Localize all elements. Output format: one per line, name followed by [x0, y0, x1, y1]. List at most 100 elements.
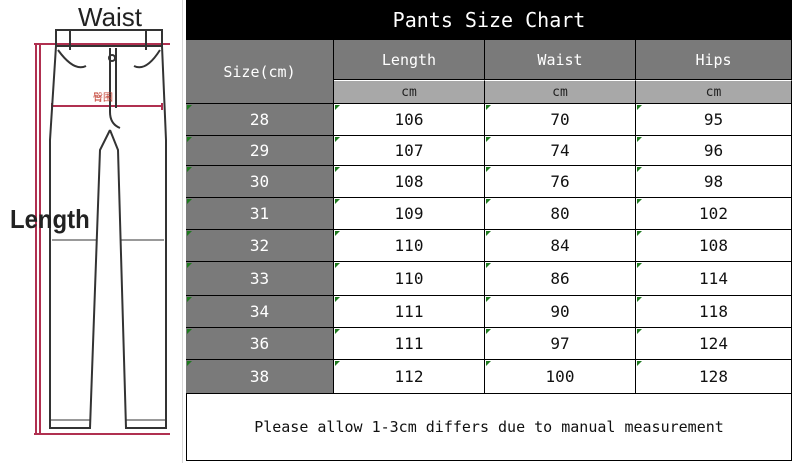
size-cell: 33: [186, 262, 334, 296]
length-cell-text: 112: [394, 367, 424, 386]
waist-cell-text: 80: [550, 204, 570, 223]
size-cell: 30: [186, 166, 334, 198]
cell-corner-mark: [637, 361, 642, 366]
length-cell-text: 106: [394, 110, 424, 129]
header-row: Size(cm) Length Waist Hips: [186, 40, 792, 104]
unit-row: cm cm cm: [186, 80, 792, 104]
cell-corner-mark: [187, 199, 192, 204]
table-row: 34 111 90 118: [186, 296, 792, 328]
cell-corner-mark: [187, 361, 192, 366]
hips-cell: 98: [636, 166, 792, 198]
hips-header: Hips: [636, 40, 792, 80]
cell-corner-mark: [486, 167, 491, 172]
length-cell: 110: [334, 262, 485, 296]
table-row: 36 111 97 124: [186, 328, 792, 360]
waist-cell-text: 76: [550, 172, 570, 191]
cell-corner-mark: [637, 231, 642, 236]
size-cell-text: 31: [249, 204, 270, 223]
table-row: 38 112 100 128: [186, 360, 792, 394]
cell-corner-mark: [335, 167, 340, 172]
waist-label: Waist: [78, 2, 143, 32]
hip-label: 臀围: [93, 93, 113, 104]
hips-cell-text: 118: [699, 302, 728, 321]
waist-header: Waist: [485, 40, 636, 80]
hips-cell-text: 124: [699, 334, 728, 353]
hips-cell: 128: [636, 360, 792, 394]
length-cell: 109: [334, 198, 485, 230]
cell-corner-mark: [486, 297, 491, 302]
cell-corner-mark: [335, 263, 340, 268]
cell-corner-mark: [335, 105, 340, 110]
hips-cell-text: 128: [699, 367, 728, 386]
cell-corner-mark: [335, 231, 340, 236]
length-cell-text: 110: [394, 269, 424, 288]
hips-cell-text: 114: [699, 269, 728, 288]
waist-cell: 100: [485, 360, 636, 394]
length-cell-text: 111: [394, 302, 424, 321]
cell-corner-mark: [486, 199, 491, 204]
cell-corner-mark: [637, 199, 642, 204]
hips-cell: 108: [636, 230, 792, 262]
waist-cell: 84: [485, 230, 636, 262]
hips-cell-text: 98: [703, 172, 724, 191]
cell-corner-mark: [187, 105, 192, 110]
cell-corner-mark: [637, 263, 642, 268]
waist-cell-text: 97: [550, 334, 570, 353]
length-cell-text: 108: [394, 172, 424, 191]
cell-corner-mark: [187, 297, 192, 302]
waist-cell-text: 70: [550, 110, 570, 129]
table-row: 30 108 76 98: [186, 166, 792, 198]
waist-cell-text: 90: [550, 302, 570, 321]
hips-cell-text: 96: [703, 141, 724, 160]
length-label: Length: [10, 204, 90, 234]
waist-cell: 76: [485, 166, 636, 198]
cell-corner-mark: [637, 297, 642, 302]
table-row: 29 107 74 96: [186, 136, 792, 166]
waist-cell: 74: [485, 136, 636, 166]
measurement-note: Please allow 1-3cm differs due to manual…: [186, 394, 792, 461]
length-cell: 108: [334, 166, 485, 198]
cell-corner-mark: [486, 361, 491, 366]
cell-corner-mark: [335, 361, 340, 366]
cell-corner-mark: [335, 297, 340, 302]
chart-title: Pants Size Chart: [186, 0, 792, 40]
length-unit: cm: [334, 80, 485, 104]
hips-cell-text: 108: [699, 236, 728, 255]
cell-corner-mark: [187, 231, 192, 236]
waist-cell-text: 84: [550, 236, 570, 255]
cell-corner-mark: [335, 329, 340, 334]
length-cell: 106: [334, 104, 485, 136]
hips-cell-text: 95: [703, 110, 724, 129]
size-cell: 31: [186, 198, 334, 230]
cell-corner-mark: [486, 105, 491, 110]
size-cell: 36: [186, 328, 334, 360]
hips-cell: 118: [636, 296, 792, 328]
waist-cell-text: 86: [550, 269, 570, 288]
waist-cell: 97: [485, 328, 636, 360]
hips-cell: 96: [636, 136, 792, 166]
size-cell: 29: [186, 136, 334, 166]
cell-corner-mark: [187, 263, 192, 268]
cell-corner-mark: [335, 199, 340, 204]
length-cell-text: 109: [394, 204, 424, 223]
table-row: 28 106 70 95: [186, 104, 792, 136]
hips-cell: 114: [636, 262, 792, 296]
cell-corner-mark: [335, 137, 340, 142]
size-chart: Pants Size Chart Size(cm) Length Waist H…: [186, 0, 792, 461]
cell-corner-mark: [637, 329, 642, 334]
hips-cell: 102: [636, 198, 792, 230]
table-row: 31 109 80 102: [186, 198, 792, 230]
length-cell-text: 107: [394, 141, 424, 160]
hips-unit: cm: [636, 80, 792, 104]
size-cell: 32: [186, 230, 334, 262]
waist-cell: 70: [485, 104, 636, 136]
waist-cell: 80: [485, 198, 636, 230]
hips-cell-text: 102: [699, 204, 728, 223]
table-row: 33 110 86 114: [186, 262, 792, 296]
size-cell-text: 30: [249, 172, 270, 191]
waist-cell-text: 74: [550, 141, 570, 160]
length-cell: 111: [334, 296, 485, 328]
size-cell: 38: [186, 360, 334, 394]
size-cell-text: 32: [249, 236, 270, 255]
cell-corner-mark: [187, 167, 192, 172]
